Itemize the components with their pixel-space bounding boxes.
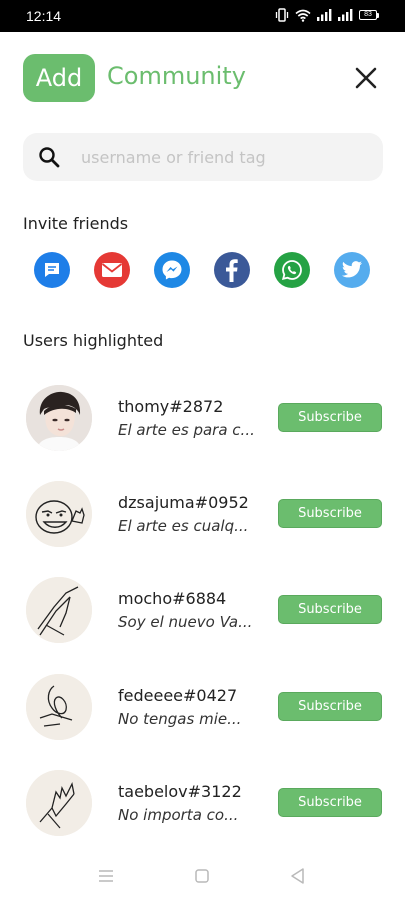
back-button[interactable]: [288, 866, 308, 886]
whatsapp-icon: [281, 260, 302, 281]
avatar[interactable]: [26, 385, 92, 451]
user-row: taebelov#3122 No importa co... Subscribe: [0, 770, 405, 842]
search-icon: [39, 147, 60, 168]
username[interactable]: mocho#6884: [118, 589, 226, 608]
user-bio: El arte es cualq...: [118, 517, 249, 535]
messenger-icon: [162, 260, 182, 280]
username[interactable]: taebelov#3122: [118, 782, 242, 801]
share-email-button[interactable]: [94, 252, 130, 288]
sketch-hand-icon: [26, 770, 92, 836]
users-highlighted-title: Users highlighted: [23, 331, 164, 350]
user-row: dzsajuma#0952 El arte es cualq... Subscr…: [0, 481, 405, 553]
add-badge: Add: [23, 54, 95, 102]
menu-button[interactable]: [96, 866, 116, 886]
user-row: fedeeee#0427 No tengas mie... Subscribe: [0, 674, 405, 746]
share-row: [34, 252, 372, 288]
user-bio: El arte es para c...: [118, 421, 255, 439]
avatar[interactable]: [26, 770, 92, 836]
wifi-icon: [295, 9, 311, 22]
close-button[interactable]: [352, 64, 380, 92]
subscribe-button[interactable]: Subscribe: [278, 692, 382, 721]
facebook-icon: [226, 259, 238, 282]
share-messages-button[interactable]: [34, 252, 70, 288]
username[interactable]: thomy#2872: [118, 397, 223, 416]
user-row: thomy#2872 El arte es para c... Subscrib…: [0, 385, 405, 457]
sketch-scribble-icon: [26, 674, 92, 740]
mail-icon: [101, 263, 123, 277]
vibrate-icon: [275, 8, 289, 22]
subscribe-button[interactable]: Subscribe: [278, 595, 382, 624]
search-box[interactable]: [23, 133, 383, 181]
share-whatsapp-button[interactable]: [274, 252, 310, 288]
username[interactable]: dzsajuma#0952: [118, 493, 249, 512]
sketch-face-icon: [26, 481, 92, 547]
search-input[interactable]: [81, 133, 371, 181]
signal-icon: [338, 9, 353, 21]
user-row: mocho#6884 Soy el nuevo Va... Subscribe: [0, 577, 405, 649]
avatar[interactable]: [26, 674, 92, 740]
home-icon: [195, 869, 209, 883]
battery-level: 83: [359, 10, 377, 20]
username[interactable]: fedeeee#0427: [118, 686, 237, 705]
subscribe-button[interactable]: Subscribe: [278, 403, 382, 432]
twitter-icon: [341, 261, 363, 278]
subscribe-button[interactable]: Subscribe: [278, 499, 382, 528]
avatar[interactable]: [26, 577, 92, 643]
subscribe-button[interactable]: Subscribe: [278, 788, 382, 817]
battery-indicator: 83: [359, 10, 379, 20]
signal-icon: [317, 9, 332, 21]
user-bio: Soy el nuevo Va...: [118, 613, 253, 631]
user-bio: No importa co...: [118, 806, 239, 824]
status-time: 12:14: [26, 8, 62, 24]
share-messenger-button[interactable]: [154, 252, 190, 288]
status-icons: 83: [275, 8, 379, 22]
sketch-lines-icon: [26, 577, 92, 643]
invite-friends-title: Invite friends: [23, 214, 129, 233]
share-facebook-button[interactable]: [214, 252, 250, 288]
back-icon: [291, 868, 304, 884]
menu-icon: [99, 870, 113, 882]
share-twitter-button[interactable]: [334, 252, 370, 288]
close-icon: [355, 67, 377, 89]
system-nav-bar: [0, 852, 405, 900]
user-bio: No tengas mie...: [118, 710, 242, 728]
message-icon: [45, 263, 59, 277]
page-title: Community: [107, 62, 246, 90]
avatar[interactable]: [26, 481, 92, 547]
user-photo-icon: [26, 385, 92, 451]
home-button[interactable]: [192, 866, 212, 886]
status-bar: 12:14 83: [0, 0, 405, 32]
